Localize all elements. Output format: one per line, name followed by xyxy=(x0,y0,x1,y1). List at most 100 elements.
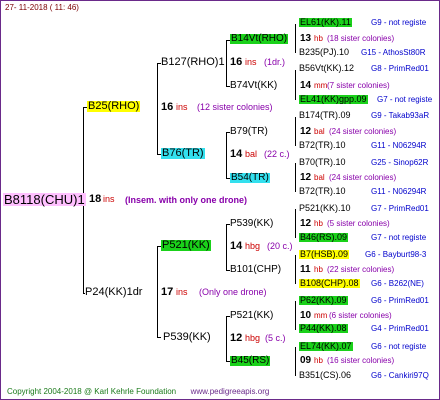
l4-b14-id: B14Vt(RHO) xyxy=(230,33,289,44)
l3-b127-note: (1dr.) xyxy=(264,57,286,67)
l4-p521-note: (6 sister colonies) xyxy=(329,311,392,320)
l4-b74-generation: 14 xyxy=(300,80,312,91)
l4-b14-note: (18 sister colonies) xyxy=(327,34,395,43)
l4-p521-unit: mm xyxy=(314,311,328,320)
l4-b101-note: (22 sister colonies) xyxy=(327,265,395,274)
root-generation: 18 xyxy=(89,193,102,205)
l4-b54-unit: bal xyxy=(314,173,325,182)
l3-b127-id: B127(RHO)1 xyxy=(161,56,225,68)
l3-p539-id: P539(KK) xyxy=(163,331,211,343)
l4-p539-id: P539(KK) xyxy=(230,218,274,229)
l3-p521-unit: hbg xyxy=(245,241,261,251)
l4-b45-note: (16 sister colonies) xyxy=(327,356,395,365)
connector xyxy=(295,163,296,192)
l5-generation-origin: G11 - N06294R xyxy=(371,141,427,150)
l5-generation-origin: G6 - B262(NE) xyxy=(371,279,424,288)
copyright-text: Copyright 2004-2018 @ Karl Kehrle Founda… xyxy=(7,387,177,396)
l4-b74-note: (7 sister colonies) xyxy=(327,81,390,90)
l4-b54-id: B54(TR) xyxy=(230,172,270,183)
l3-b76-generation: 14 xyxy=(230,148,243,160)
mother-note: (12 sister colonies) xyxy=(197,102,273,112)
connector xyxy=(295,24,296,53)
l5-queen-id: B56Vt(KK).12 xyxy=(299,63,355,73)
l5-queen-id: P44(KK).08 xyxy=(299,323,348,333)
l4-b79-unit: bal xyxy=(314,127,325,136)
l3-p539-note: (5 c.) xyxy=(265,333,286,343)
connector xyxy=(295,255,296,284)
l5-generation-origin: G6 - not registe xyxy=(371,342,427,351)
l4-p539-unit: hb xyxy=(314,219,323,228)
l3-p521-note: (20 c.) xyxy=(267,241,293,251)
father-unit: ins xyxy=(176,287,188,297)
l4-b101-id: B101(CHP) xyxy=(230,264,282,275)
l4-p539-note: (5 sister colonies) xyxy=(327,219,390,228)
l5-generation-origin: G4 - PrimRed01 xyxy=(371,324,429,333)
l5-generation-origin: G25 - Sinop62R xyxy=(371,158,429,167)
l5-queen-id: B46(RS).09 xyxy=(299,232,349,242)
l5-queen-id: P521(KK).10 xyxy=(299,203,351,213)
l4-b101-unit: hb xyxy=(314,265,323,274)
l4-p539-generation: 12 xyxy=(300,218,312,229)
l4-b74-id: B74Vt(KK) xyxy=(230,80,278,91)
l4-b45-generation: 09 xyxy=(300,355,312,366)
l5-generation-origin: G7 - not registe xyxy=(371,233,427,242)
l5-queen-id: B70(TR).10 xyxy=(299,157,346,167)
l4-b79-note: (24 sister colonies) xyxy=(329,127,397,136)
pedigree-chart: 27- 11-2018 ( 11: 46) B8118(CHU)1 18 ins… xyxy=(0,0,440,400)
l3-p521-id: P521(KK) xyxy=(161,239,211,251)
l5-generation-origin: G15 - AthosSt80R xyxy=(361,48,426,57)
root-unit: ins xyxy=(103,194,115,204)
connector xyxy=(295,301,296,330)
l4-b45-id: B45(RS) xyxy=(230,355,271,366)
connector xyxy=(226,224,227,271)
connector xyxy=(157,246,158,338)
l5-queen-id: EL41(KK)gpp.09 xyxy=(299,94,368,104)
connector xyxy=(226,132,227,179)
father-queen-id: P24(KK)1dr xyxy=(85,286,143,298)
l5-generation-origin: G6 - PrimRed01 xyxy=(371,296,429,305)
father-note: (Only one drone) xyxy=(199,287,267,297)
mother-unit: ins xyxy=(176,102,188,112)
connector xyxy=(295,347,296,376)
l4-b79-generation: 12 xyxy=(300,126,312,137)
footer: Copyright 2004-2018 @ Karl Kehrle Founda… xyxy=(7,388,269,396)
l5-generation-origin: G9 - Takab93aR xyxy=(371,111,430,120)
l5-queen-id: B72(TR).10 xyxy=(299,186,346,196)
l3-b76-id: B76(TR) xyxy=(161,147,205,159)
l4-b79-id: B79(TR) xyxy=(230,126,268,137)
l5-queen-id: EL74(KK).07 xyxy=(299,341,353,351)
connector xyxy=(295,70,296,100)
l5-queen-id: B7(HSB).09 xyxy=(299,249,350,259)
l5-queen-id: B235(PJ).10 xyxy=(299,47,350,57)
l4-p521-id: P521(KK) xyxy=(230,310,274,321)
mother-queen-id: B25(RHO) xyxy=(87,100,141,112)
l4-b74-unit: mm xyxy=(314,81,328,90)
l3-b76-unit: bal xyxy=(245,149,258,159)
l4-b54-generation: 12 xyxy=(300,172,312,183)
l5-generation-origin: G6 - Bayburt98-3 xyxy=(365,250,427,259)
l4-b101-generation: 11 xyxy=(300,264,311,275)
l3-p521-generation: 14 xyxy=(230,240,243,252)
l5-queen-id: B351(CS).06 xyxy=(299,370,352,380)
site-url-link[interactable]: www.pedigreeapis.org xyxy=(191,387,270,396)
l5-generation-origin: G8 - PrimRed01 xyxy=(371,64,429,73)
l5-queen-id: P62(KK).09 xyxy=(299,295,348,305)
l5-queen-id: B108(CHP).08 xyxy=(299,278,360,288)
l5-generation-origin: G6 - Cankiri97Q xyxy=(371,371,429,380)
l5-queen-id: B72(TR).10 xyxy=(299,140,346,150)
l4-b14-unit: hb xyxy=(314,34,323,43)
l5-generation-origin: G7 - not registe xyxy=(377,95,433,104)
l5-generation-origin: G7 - PrimRed01 xyxy=(371,204,429,213)
print-date: 27- 11-2018 ( 11: 46) xyxy=(5,3,79,12)
l5-queen-id: EL61(KK).11 xyxy=(299,17,352,27)
l5-generation-origin: G9 - not registe xyxy=(371,18,427,27)
l4-p521-generation: 10 xyxy=(300,310,312,321)
l3-b127-unit: ins xyxy=(245,57,257,67)
mother-generation: 16 xyxy=(161,101,174,113)
l5-queen-id: B174(TR).09 xyxy=(299,110,351,120)
l3-p539-generation: 12 xyxy=(230,332,243,344)
connector xyxy=(226,40,227,87)
root-queen-id: B8118(CHU)1 xyxy=(3,192,86,207)
connector xyxy=(226,316,227,362)
connector xyxy=(157,337,161,338)
